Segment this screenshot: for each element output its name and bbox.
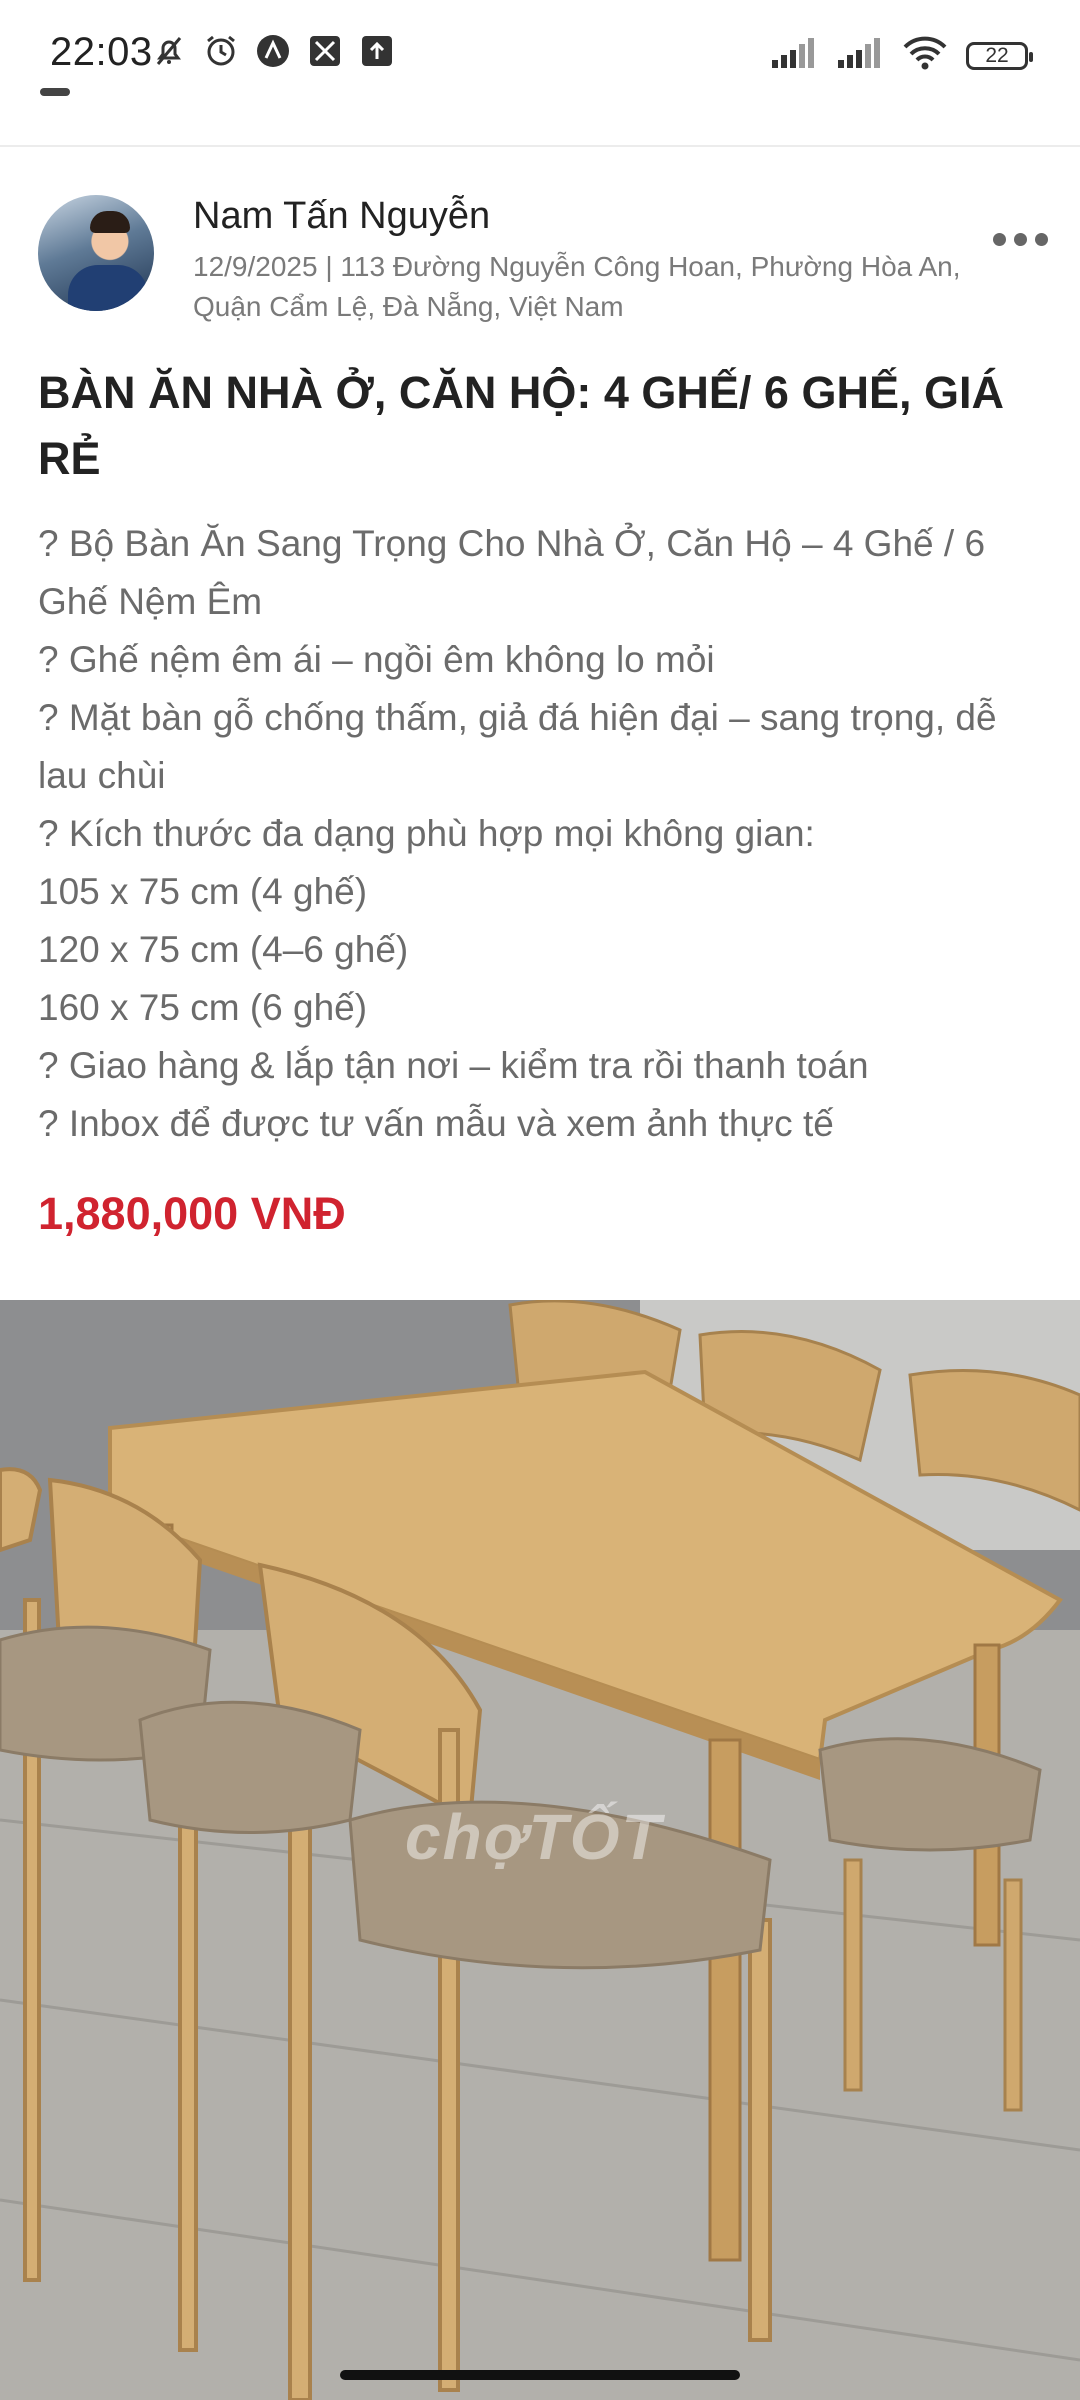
description-line: 120 x 75 cm (4–6 ghế) <box>38 929 409 970</box>
description-line: 105 x 75 cm (4 ghế) <box>38 871 368 912</box>
more-horizontal-icon[interactable] <box>993 233 1048 246</box>
description-line: ? Giao hàng & lắp tận nơi – kiểm tra rồi… <box>38 1045 869 1086</box>
description-line: 160 x 75 cm (6 ghế) <box>38 987 368 1028</box>
avatar[interactable] <box>38 195 154 311</box>
post-date-location-line1: 12/9/2025 | 113 Đường Nguyễn Công Hoan, … <box>193 251 961 282</box>
clipped-previous-content <box>40 62 1040 98</box>
post-author-header: Nam Tấn Nguyễn 12/9/2025 | 113 Đường Ngu… <box>38 195 1048 325</box>
description-line: ? Mặt bàn gỗ chống thấm, giả đá hiện đại… <box>38 697 997 796</box>
post-meta: 12/9/2025 | 113 Đường Nguyễn Công Hoan, … <box>193 247 1013 327</box>
description-line: ? Ghế nệm êm ái – ngồi êm không lo mỏi <box>38 639 715 680</box>
description-line: ? Kích thước đa dạng phù hợp mọi không g… <box>38 813 815 854</box>
listing-title: BÀN ĂN NHÀ Ở, CĂN HỘ: 4 GHẾ/ 6 GHẾ, GIÁ … <box>38 367 1004 484</box>
description-line: ? Bộ Bàn Ăn Sang Trọng Cho Nhà Ở, Căn Hộ… <box>38 523 986 622</box>
post-date-location-line2: Quận Cẩm Lệ, Đà Nẵng, Việt Nam <box>193 291 624 322</box>
author-name[interactable]: Nam Tấn Nguyễn <box>193 195 490 238</box>
home-indicator[interactable] <box>340 2370 740 2380</box>
description-line: ? Inbox để được tư vấn mẫu và xem ảnh th… <box>38 1103 834 1144</box>
divider <box>0 145 1080 147</box>
listing-description: ? Bộ Bàn Ăn Sang Trọng Cho Nhà Ở, Căn Hộ… <box>38 515 1048 1153</box>
photo-watermark: chợTỐT <box>405 1801 663 1873</box>
listing-price: 1,880,000 VNĐ <box>38 1188 346 1239</box>
product-photo[interactable]: chợTỐT <box>0 1300 1080 2400</box>
